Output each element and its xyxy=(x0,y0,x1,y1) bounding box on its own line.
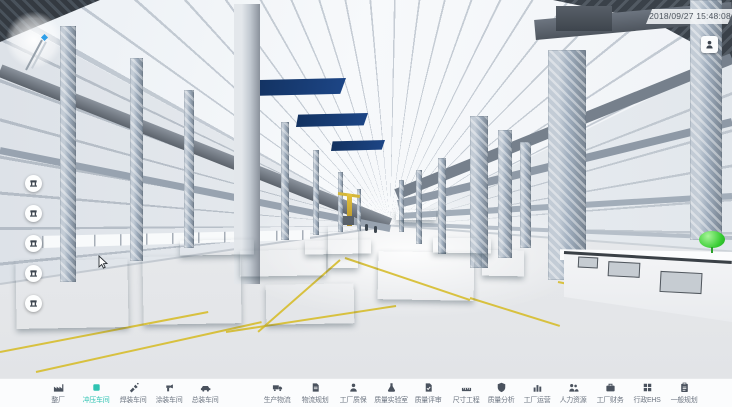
beam-block xyxy=(556,6,612,31)
steel-column xyxy=(520,142,531,248)
clock-timestamp: 2018/09/27 15:48:08 xyxy=(646,9,732,24)
mouse-cursor xyxy=(98,255,110,275)
press-machine-icon xyxy=(29,269,38,278)
document-check-icon xyxy=(423,382,434,393)
enclosure-window xyxy=(659,271,702,294)
toolbar-item-label: 总装车间 xyxy=(182,395,228,405)
marker-stem xyxy=(711,247,713,253)
hotspot-3[interactable] xyxy=(25,235,42,252)
enclosure-window xyxy=(578,256,599,268)
die-stack-layer xyxy=(482,250,524,251)
enclosure-window xyxy=(608,261,641,278)
ruler-icon xyxy=(461,382,472,393)
factory-icon xyxy=(53,382,64,393)
steel-column xyxy=(281,122,289,240)
steel-column xyxy=(184,90,194,248)
compass-widget[interactable] xyxy=(6,12,62,68)
bar-chart-icon xyxy=(532,382,543,393)
user-button[interactable] xyxy=(701,36,718,53)
flask-icon xyxy=(386,382,397,393)
press-machine-icon xyxy=(29,209,38,218)
worker-figure xyxy=(365,224,368,231)
die-stack xyxy=(328,226,358,268)
die-stack-layer xyxy=(180,239,254,240)
steel-column xyxy=(498,130,512,258)
steel-column xyxy=(548,50,586,280)
welding-workshop-icon xyxy=(128,382,139,393)
die-stack xyxy=(142,255,241,325)
grid-icon xyxy=(642,382,653,393)
toolbar-item-label: 一般规划 xyxy=(661,395,707,405)
steel-column xyxy=(130,58,143,261)
steel-column xyxy=(60,26,76,282)
person-icon xyxy=(348,382,359,393)
3d-viewport[interactable] xyxy=(0,0,732,378)
die-stack-layer xyxy=(433,237,491,238)
hotspot-4[interactable] xyxy=(25,265,42,282)
press-machine-icon xyxy=(29,179,38,188)
assembly-workshop-icon xyxy=(200,382,211,393)
worker-figure xyxy=(374,226,377,233)
stamping-workshop-icon xyxy=(91,382,102,393)
toolbar-item-clipboard[interactable]: 一般规划 xyxy=(661,382,707,405)
die-stack xyxy=(240,249,326,276)
user-icon xyxy=(704,39,715,50)
hotspot-2[interactable] xyxy=(25,205,42,222)
skylight-panel xyxy=(250,78,346,96)
hotspot-1[interactable] xyxy=(25,175,42,192)
compass-needle-icon xyxy=(25,40,43,71)
die-stack xyxy=(266,283,355,325)
die-stack xyxy=(482,250,524,277)
press-machine-icon xyxy=(29,299,38,308)
shield-icon xyxy=(496,382,507,393)
hotspot-5[interactable] xyxy=(25,295,42,312)
document-icon xyxy=(310,382,321,393)
steel-column xyxy=(416,170,422,244)
green-balloon-marker[interactable] xyxy=(699,231,725,248)
die-stack-layer xyxy=(482,250,524,251)
die-stack xyxy=(378,251,475,301)
steel-column xyxy=(399,180,404,232)
digital-twin-app: 2018/09/27 15:48:08 整厂冲压车间焊装车间涂装车间总装车间 生… xyxy=(0,0,732,407)
clipboard-icon xyxy=(679,382,690,393)
skylight-panel xyxy=(296,113,368,127)
steel-column xyxy=(313,150,319,235)
truck-icon xyxy=(272,382,283,393)
toolbar-item-assembly-workshop[interactable]: 总装车间 xyxy=(182,382,228,405)
bottom-toolbar: 整厂冲压车间焊装车间涂装车间总装车间 生产物流物流规划工厂质保质量实验室质量评审… xyxy=(0,378,732,407)
people-icon xyxy=(568,382,579,393)
die-stack xyxy=(396,210,436,220)
briefcase-icon xyxy=(605,382,616,393)
press-machine-icon xyxy=(29,239,38,248)
skylight-panel xyxy=(331,140,385,151)
machine-cabinet xyxy=(343,216,354,225)
painting-workshop-icon xyxy=(164,382,175,393)
